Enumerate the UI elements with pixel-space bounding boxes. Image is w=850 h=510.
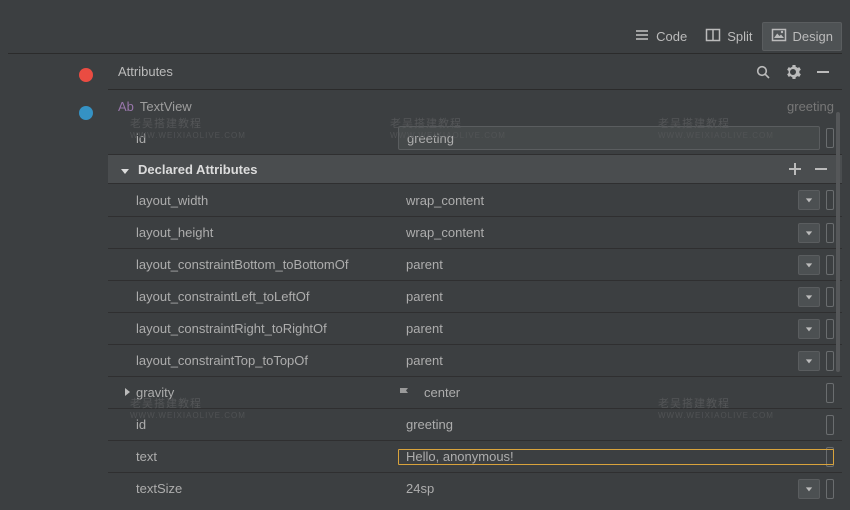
attr-name: layout_constraintTop_toTopOf bbox=[108, 353, 398, 368]
gear-icon[interactable] bbox=[784, 63, 802, 81]
attr-value: Hello, anonymous! bbox=[398, 449, 820, 464]
split-icon bbox=[705, 27, 721, 46]
scrollbar[interactable] bbox=[836, 112, 840, 372]
attr-name: gravity bbox=[108, 385, 398, 400]
attr-name: layout_constraintRight_toRightOf bbox=[108, 321, 398, 336]
attr-name: layout_height bbox=[108, 225, 398, 240]
attr-handle[interactable] bbox=[826, 415, 834, 435]
tab-design-label: Design bbox=[793, 29, 833, 44]
attr-row: gravity center bbox=[108, 376, 842, 408]
minimize-icon[interactable] bbox=[814, 63, 832, 81]
attr-handle[interactable] bbox=[826, 287, 834, 307]
design-icon bbox=[771, 27, 787, 46]
attributes-panel: Attributes Ab TextView greeting id bbox=[108, 54, 842, 510]
attr-dropdown[interactable] bbox=[798, 223, 820, 243]
section-declared-attributes[interactable]: Declared Attributes bbox=[108, 154, 842, 184]
attr-row: id bbox=[108, 122, 842, 154]
attr-dropdown[interactable] bbox=[798, 190, 820, 210]
attr-value: parent bbox=[398, 321, 792, 336]
attr-dropdown[interactable] bbox=[798, 479, 820, 499]
attr-handle[interactable] bbox=[826, 255, 834, 275]
attr-handle[interactable] bbox=[826, 351, 834, 371]
attr-value-cell[interactable]: parent bbox=[398, 255, 834, 275]
attr-row: text Hello, anonymous! bbox=[108, 440, 842, 472]
attr-value-cell[interactable]: parent bbox=[398, 287, 834, 307]
component-type-badge: Ab bbox=[118, 99, 134, 114]
attr-handle[interactable] bbox=[826, 479, 834, 499]
attr-value: wrap_content bbox=[398, 193, 792, 208]
attr-row: id greeting bbox=[108, 408, 842, 440]
tab-code-label: Code bbox=[656, 29, 687, 44]
attr-handle[interactable] bbox=[826, 447, 834, 467]
attr-value-cell[interactable]: greeting bbox=[398, 415, 834, 435]
attr-name: layout_width bbox=[108, 193, 398, 208]
panel-title: Attributes bbox=[118, 64, 742, 79]
left-gutter bbox=[0, 54, 108, 510]
tab-split-label: Split bbox=[727, 29, 752, 44]
attr-value-cell[interactable]: wrap_content bbox=[398, 190, 834, 210]
attr-value: greeting bbox=[398, 417, 820, 432]
attr-handle[interactable] bbox=[826, 383, 834, 403]
code-icon bbox=[634, 27, 650, 46]
attr-handle[interactable] bbox=[826, 223, 834, 243]
attr-name: textSize bbox=[108, 481, 398, 496]
attr-value-cell[interactable]: parent bbox=[398, 319, 834, 339]
attr-handle[interactable] bbox=[826, 319, 834, 339]
remove-attribute-button[interactable] bbox=[812, 160, 830, 178]
attr-handle[interactable] bbox=[826, 128, 834, 148]
attr-name: id bbox=[108, 131, 398, 146]
add-attribute-button[interactable] bbox=[786, 160, 804, 178]
chevron-right-icon bbox=[122, 385, 132, 400]
attribute-list: id Declared Attributes layout_width bbox=[108, 122, 842, 510]
component-type-name: TextView bbox=[140, 99, 192, 114]
attr-value-cell[interactable]: wrap_content bbox=[398, 223, 834, 243]
attr-row: textSize 24sp bbox=[108, 472, 842, 504]
attr-row: layout_constraintTop_toTopOf parent bbox=[108, 344, 842, 376]
attr-value: parent bbox=[398, 257, 792, 272]
attr-dropdown[interactable] bbox=[798, 319, 820, 339]
attr-value: wrap_content bbox=[398, 225, 792, 240]
attr-handle[interactable] bbox=[826, 190, 834, 210]
search-icon[interactable] bbox=[754, 63, 772, 81]
attr-dropdown[interactable] bbox=[798, 255, 820, 275]
attr-name: layout_constraintLeft_toLeftOf bbox=[108, 289, 398, 304]
attr-dropdown[interactable] bbox=[798, 351, 820, 371]
attr-row: layout_height wrap_content bbox=[108, 216, 842, 248]
attr-row: layout_constraintLeft_toLeftOf parent bbox=[108, 280, 842, 312]
component-header: Ab TextView greeting bbox=[108, 90, 842, 122]
info-icon[interactable] bbox=[79, 106, 93, 120]
attr-value-cell[interactable]: Hello, anonymous! bbox=[398, 447, 834, 467]
attr-value: parent bbox=[398, 289, 792, 304]
attr-value-cell[interactable]: center bbox=[398, 383, 834, 403]
attr-row: layout_constraintBottom_toBottomOf paren… bbox=[108, 248, 842, 280]
attr-value: center bbox=[416, 385, 820, 400]
attr-name: layout_constraintBottom_toBottomOf bbox=[108, 257, 398, 272]
component-id-label: greeting bbox=[787, 99, 834, 114]
attr-value: parent bbox=[398, 353, 792, 368]
attr-name: id bbox=[108, 417, 398, 432]
attr-row: layout_constraintRight_toRightOf parent bbox=[108, 312, 842, 344]
attr-value: 24sp bbox=[398, 481, 792, 496]
error-icon[interactable] bbox=[79, 68, 93, 82]
attr-dropdown[interactable] bbox=[798, 287, 820, 307]
tab-code[interactable]: Code bbox=[625, 22, 696, 51]
attr-value-cell[interactable]: 24sp bbox=[398, 479, 834, 499]
attributes-panel-header: Attributes bbox=[108, 54, 842, 90]
attr-name: text bbox=[108, 449, 398, 464]
attr-value-cell[interactable]: parent bbox=[398, 351, 834, 371]
id-input[interactable] bbox=[398, 126, 820, 150]
view-mode-toolbar: Code Split Design bbox=[8, 0, 842, 54]
section-title-label: Declared Attributes bbox=[138, 162, 257, 177]
tab-split[interactable]: Split bbox=[696, 22, 761, 51]
tab-design[interactable]: Design bbox=[762, 22, 842, 51]
chevron-down-icon bbox=[120, 164, 130, 174]
flag-icon bbox=[398, 386, 412, 400]
attr-row: layout_width wrap_content bbox=[108, 184, 842, 216]
